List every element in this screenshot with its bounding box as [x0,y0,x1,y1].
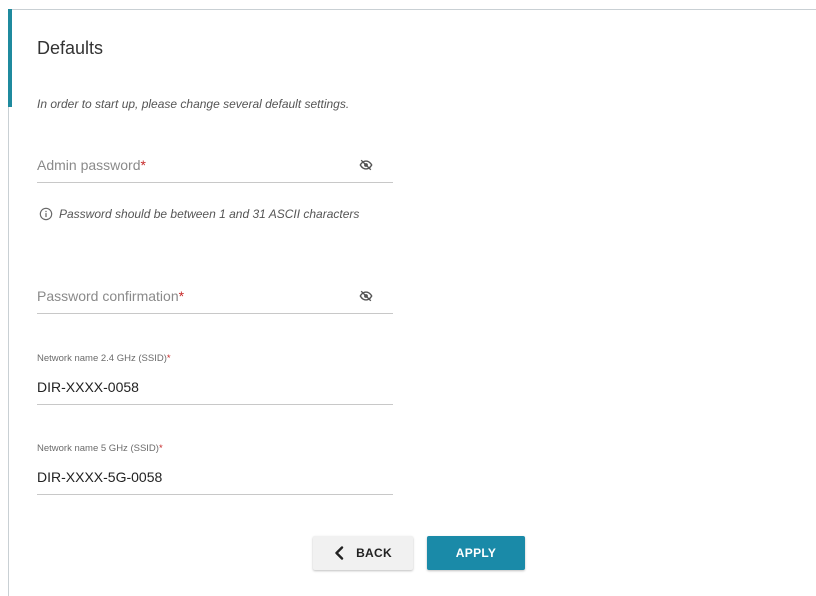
accent-bar [8,9,12,107]
apply-button[interactable]: APPLY [427,536,525,570]
back-button[interactable]: BACK [313,536,413,570]
ssid-24-label: Network name 2.4 GHz (SSID)* [37,353,171,364]
ssid-24-value[interactable]: DIR-XXXX-0058 [37,379,139,395]
admin-password-underline [37,182,393,183]
password-confirmation-field[interactable]: Password confirmation* [37,281,393,315]
back-button-label: BACK [356,546,392,560]
ssid-24-underline [37,404,393,405]
eye-off-icon[interactable] [359,289,373,303]
info-icon [39,207,53,221]
required-mark: * [178,288,185,304]
intro-text: In order to start up, please change seve… [37,97,350,111]
required-mark: * [166,353,171,364]
ssid-5-underline [37,494,393,495]
ssid-24-field[interactable]: Network name 2.4 GHz (SSID)* DIR-XXXX-00… [37,350,393,406]
frame-border-top [8,9,816,10]
admin-password-field[interactable]: Admin password* [37,150,393,184]
chevron-left-icon [335,546,344,560]
admin-password-label: Admin password* [37,157,146,173]
defaults-page: Defaults In order to start up, please ch… [0,0,816,596]
required-mark: * [158,443,163,454]
password-hint-text: Password should be between 1 and 31 ASCI… [59,207,360,221]
ssid-5-label: Network name 5 GHz (SSID)* [37,443,163,454]
password-confirmation-label: Password confirmation* [37,288,185,304]
eye-off-icon[interactable] [359,158,373,172]
ssid-5-field[interactable]: Network name 5 GHz (SSID)* DIR-XXXX-5G-0… [37,440,393,496]
ssid-5-value[interactable]: DIR-XXXX-5G-0058 [37,469,162,485]
password-hint: Password should be between 1 and 31 ASCI… [39,207,359,221]
password-confirmation-underline [37,313,393,314]
required-mark: * [140,157,146,173]
page-title: Defaults [37,38,104,58]
